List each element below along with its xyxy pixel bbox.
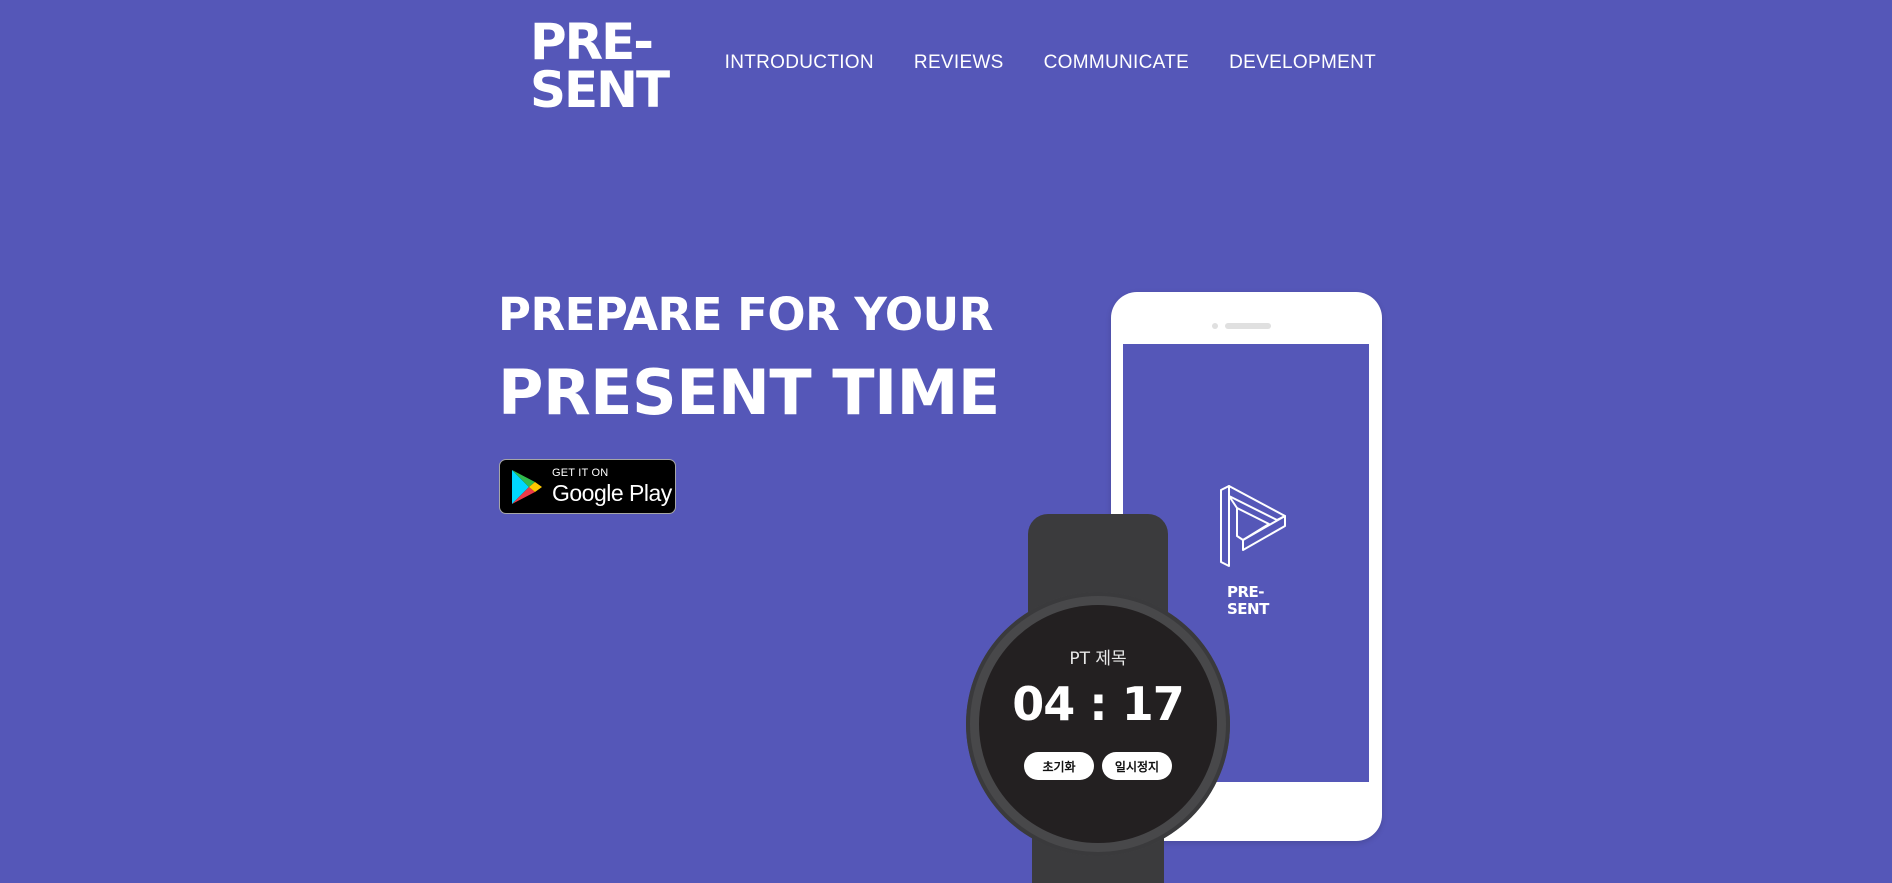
- google-play-badge[interactable]: GET IT ON Google Play: [499, 459, 676, 514]
- nav-communicate[interactable]: COMMUNICATE: [1044, 52, 1189, 74]
- app-name-line2: SENT: [1227, 600, 1269, 618]
- brand-logo-line2: SENT: [530, 61, 670, 119]
- phone-camera: [1212, 323, 1218, 329]
- nav-development[interactable]: DEVELOPMENT: [1229, 52, 1376, 74]
- google-play-icon: [512, 469, 542, 504]
- watch-reset-button[interactable]: 초기화: [1024, 752, 1094, 780]
- nav-reviews[interactable]: REVIEWS: [914, 52, 1004, 74]
- phone-speaker: [1225, 323, 1271, 329]
- app-name-line1: PRE-: [1227, 583, 1265, 601]
- brand-logo-line1: PRE-: [530, 13, 654, 71]
- watch-pause-button[interactable]: 일시정지: [1102, 752, 1172, 780]
- badge-big-text: Google Play: [552, 480, 672, 506]
- watch-mockup: PT 제목 04 : 17 초기화 일시정지: [966, 514, 1230, 883]
- hero-heading-line2: PRESENT TIME: [498, 356, 1000, 429]
- brand-logo[interactable]: PRE- SENT: [530, 13, 670, 119]
- hero-heading-line1: PREPARE FOR YOUR: [498, 288, 993, 341]
- main-nav: INTRODUCTION REVIEWS COMMUNICATE DEVELOP…: [725, 52, 1376, 74]
- nav-introduction[interactable]: INTRODUCTION: [725, 52, 874, 74]
- watch-timer: 04 : 17: [1012, 677, 1184, 731]
- app-name: PRE- SENT: [1227, 584, 1269, 618]
- badge-small-text: GET IT ON: [552, 467, 609, 479]
- watch-pt-title: PT 제목: [1069, 649, 1127, 669]
